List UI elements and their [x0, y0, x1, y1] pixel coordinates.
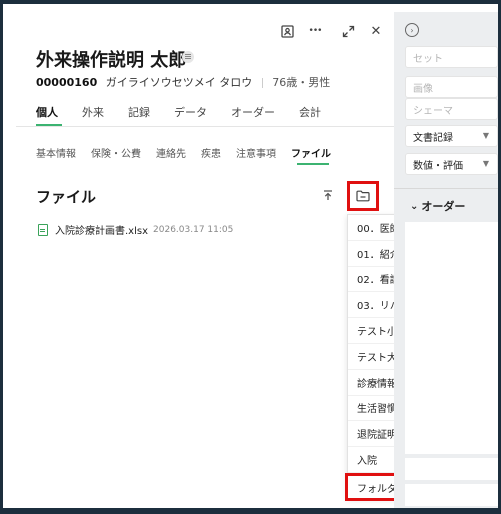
spreadsheet-file-icon [38, 223, 48, 236]
tab-data[interactable]: データ [174, 104, 207, 126]
order-list [405, 222, 498, 454]
active-subtab-indicator [297, 163, 329, 165]
select-label: 文書記録 [413, 132, 453, 144]
patient-name: 外来操作説明 太郎 [36, 50, 187, 71]
numeric-eval-select[interactable]: 数値・評価 ▼ [405, 153, 498, 175]
patient-info: 00000160 ガイライソウセツメイ タロウ 76歳・男性 [36, 74, 330, 90]
tab-contacts[interactable]: 連絡先 [156, 145, 186, 160]
order-list-footer [405, 458, 498, 480]
memo-icon[interactable] [182, 51, 194, 63]
collapse-up-icon[interactable] [320, 187, 336, 203]
tab-notes[interactable]: 注意事項 [236, 145, 276, 160]
file-row[interactable]: 入院診療計画書.xlsx 2026.03.17 11:05 [38, 222, 233, 237]
sub-tabs: 基本情報 保険・公費 連絡先 疾患 注意事項 ファイル [36, 145, 346, 160]
id-card-icon[interactable] [278, 22, 296, 40]
tab-outpatient[interactable]: 外来 [82, 104, 104, 126]
divider [16, 126, 394, 127]
image-input[interactable]: 画像 [405, 76, 498, 98]
main-tabs: 個人 外来 記録 データ オーダー 会計 [36, 104, 345, 126]
tab-records[interactable]: 記録 [128, 104, 150, 126]
app-frame: ••• ✕ 外来操作説明 太郎 00000160 ガイライソウセツメイ タロウ … [0, 0, 501, 514]
tab-orders[interactable]: オーダー [231, 104, 275, 126]
patient-age-sex: 76歳・男性 [272, 76, 331, 89]
select-label: 数値・評価 [413, 160, 463, 172]
separator [261, 78, 263, 88]
set-input[interactable]: セット [405, 46, 498, 68]
patient-id: 00000160 [36, 76, 98, 89]
chevron-right-circle-icon[interactable]: › [405, 23, 419, 37]
order-section-toggle[interactable]: ⌄ オーダー [410, 198, 465, 214]
document-record-select[interactable]: 文書記録 ▼ [405, 125, 498, 147]
tab-personal[interactable]: 個人 [36, 104, 58, 126]
order-list-footer [405, 484, 498, 506]
tab-diseases[interactable]: 疾患 [201, 145, 221, 160]
file-name: 入院診療計画書.xlsx [55, 226, 149, 237]
patient-panel: ••• ✕ 外来操作説明 太郎 00000160 ガイライソウセツメイ タロウ … [16, 12, 463, 508]
tab-files[interactable]: ファイル [291, 145, 331, 160]
more-icon[interactable]: ••• [306, 22, 324, 40]
file-date: 2026.03.17 11:05 [153, 224, 234, 235]
caret-down-icon: ▼ [482, 131, 489, 140]
side-panel: › セット 画像 シェーマ 文書記録 ▼ 数値・評価 ▼ ⌄ オーダー [394, 12, 498, 508]
section-title: ファイル [36, 188, 97, 206]
order-label: オーダー [421, 200, 466, 213]
folder-menu-button[interactable] [347, 181, 379, 211]
tab-billing[interactable]: 会計 [299, 104, 321, 126]
divider [394, 188, 498, 189]
caret-down-icon: ▼ [482, 159, 489, 168]
patient-kana: ガイライソウセツメイ タロウ [105, 76, 253, 89]
chevron-down-icon: ⌄ [410, 200, 419, 212]
folder-icon [356, 190, 370, 202]
schema-input[interactable]: シェーマ [405, 98, 498, 120]
tab-basic-info[interactable]: 基本情報 [36, 145, 76, 160]
tab-insurance[interactable]: 保険・公費 [91, 145, 141, 160]
close-icon[interactable]: ✕ [367, 22, 385, 40]
expand-icon[interactable] [339, 22, 357, 40]
